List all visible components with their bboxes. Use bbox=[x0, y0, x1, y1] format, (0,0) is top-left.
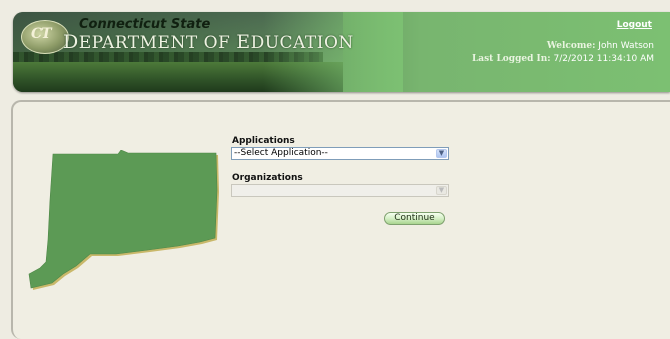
applications-select-value: --Select Application-- bbox=[234, 148, 328, 158]
applications-select[interactable]: --Select Application-- ▼ bbox=[231, 147, 449, 160]
last-logged-info: Last Logged In: 7/2/2012 11:34:10 AM bbox=[472, 54, 654, 64]
connecticut-map-icon bbox=[28, 150, 219, 290]
organizations-label: Organizations bbox=[232, 173, 303, 183]
last-logged-value: 7/2/2012 11:34:10 AM bbox=[553, 54, 655, 64]
welcome-label: Welcome: bbox=[546, 41, 596, 51]
welcome-name: John Watson bbox=[598, 41, 654, 51]
state-title: Connecticut State bbox=[79, 17, 211, 32]
logout-link[interactable]: Logout bbox=[617, 20, 652, 30]
chevron-down-icon[interactable]: ▼ bbox=[436, 149, 447, 158]
chevron-down-icon[interactable]: ▼ bbox=[436, 186, 447, 195]
site-header: CT Connecticut State Department of Educa… bbox=[13, 12, 670, 92]
department-title: Department of Education bbox=[63, 31, 354, 53]
ct-logo-text: CT bbox=[31, 26, 52, 42]
last-logged-label: Last Logged In: bbox=[471, 54, 551, 64]
applications-label: Applications bbox=[232, 136, 295, 146]
continue-button[interactable]: Continue bbox=[384, 212, 445, 225]
welcome-info: Welcome: John Watson bbox=[547, 41, 654, 51]
ct-logo: CT bbox=[21, 20, 69, 54]
organizations-select[interactable]: ▼ bbox=[231, 184, 449, 197]
